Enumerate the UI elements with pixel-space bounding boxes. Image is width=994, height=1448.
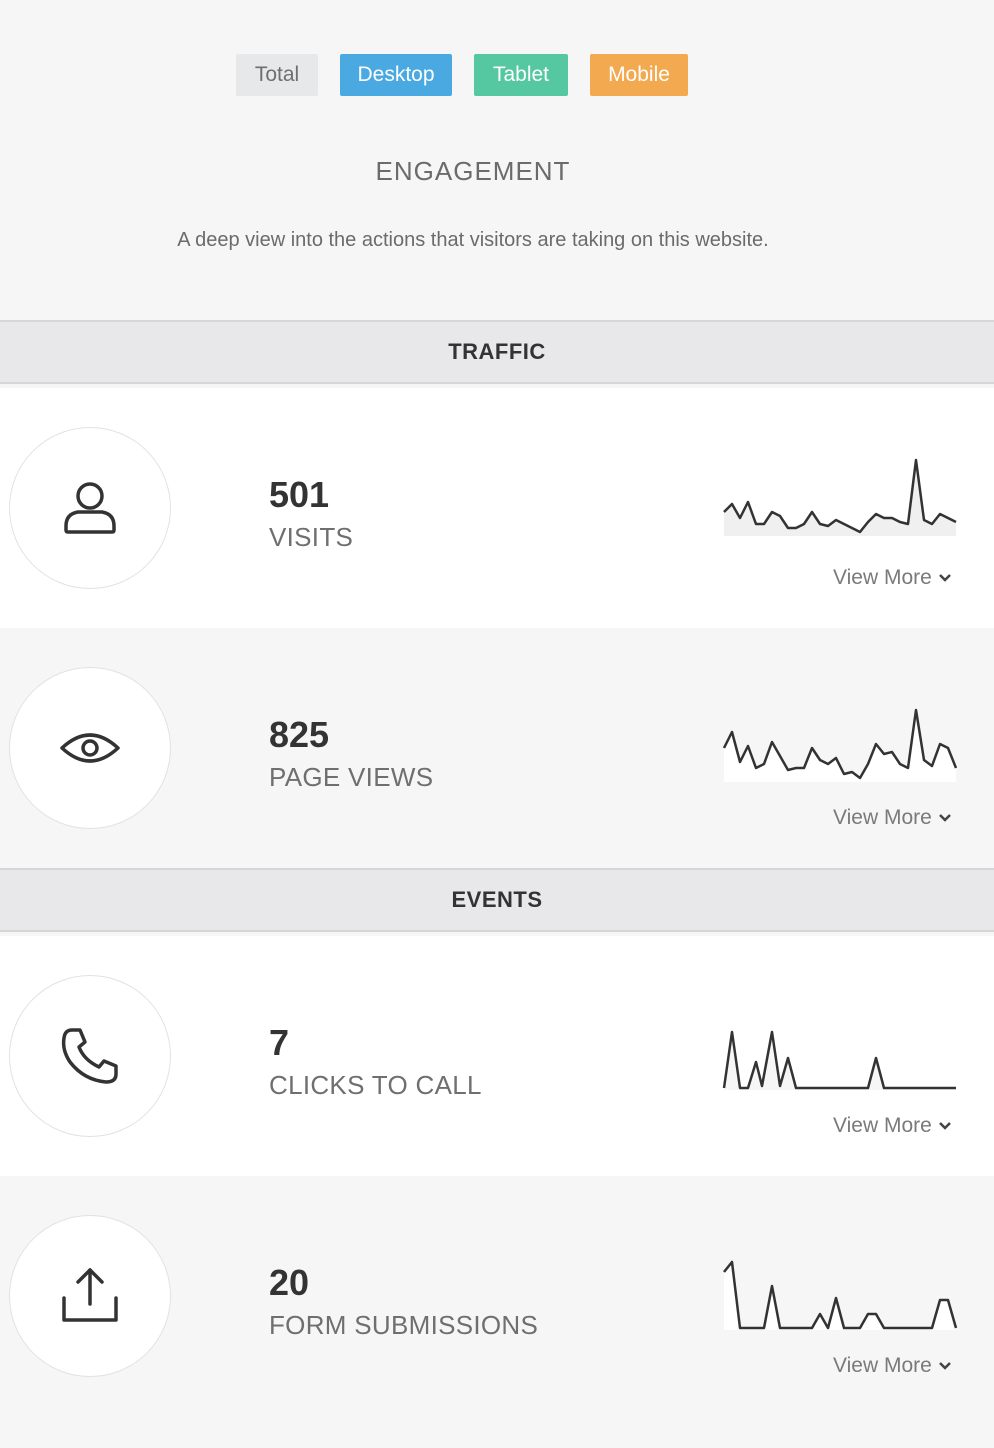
metric-label: VISITS — [269, 522, 354, 552]
metric-icon-circle — [9, 667, 171, 829]
chevron-down-icon — [938, 574, 951, 583]
chevron-down-icon — [938, 814, 951, 823]
metric-value: 501 — [269, 474, 330, 515]
sparkline-chart — [722, 1030, 956, 1090]
metric-label: PAGE VIEWS — [269, 762, 434, 792]
section-title: EVENTS — [451, 887, 543, 912]
metric-label: CLICKS TO CALL — [269, 1070, 482, 1100]
upload-icon — [62, 1268, 118, 1322]
metric-label: FORM SUBMISSIONS — [269, 1310, 539, 1340]
tab-tablet[interactable]: Tablet — [474, 54, 568, 96]
tab-desktop[interactable]: Desktop — [340, 54, 452, 96]
tab-total[interactable]: Total — [236, 54, 318, 96]
user-icon — [64, 482, 116, 534]
view-more-label: View More — [833, 1114, 932, 1137]
page-subtitle: A deep view into the actions that visito… — [177, 229, 769, 251]
tab-mobile[interactable]: Mobile — [590, 54, 688, 96]
view-more-link[interactable]: View More — [833, 566, 952, 590]
view-more-link[interactable]: View More — [833, 806, 952, 830]
metric-row-visits: 501 VISITS View More — [0, 388, 994, 628]
sparkline-chart — [722, 708, 958, 782]
chevron-down-icon — [938, 1362, 951, 1371]
metric-row-clicks-to-call: 7 CLICKS TO CALL View More — [0, 936, 994, 1176]
sparkline-chart — [723, 458, 957, 536]
device-filter-tabs: Total Desktop Tablet Mobile — [0, 54, 994, 96]
metric-value: 20 — [269, 1262, 310, 1303]
page-title: ENGAGEMENT — [375, 156, 571, 186]
view-more-label: View More — [833, 806, 932, 829]
metric-row-page-views: 825 PAGE VIEWS View More — [0, 628, 994, 868]
metric-icon-circle — [9, 427, 171, 589]
view-more-label: View More — [833, 1354, 932, 1377]
metric-icon-circle — [9, 975, 171, 1137]
metric-value: 7 — [269, 1022, 290, 1063]
metric-value: 825 — [269, 714, 330, 755]
metric-row-form-submissions: 20 FORM SUBMISSIONS View More — [0, 1176, 994, 1416]
sparkline-chart — [723, 1260, 958, 1330]
section-header-traffic: TRAFFIC — [0, 320, 994, 384]
view-more-link[interactable]: View More — [833, 1114, 952, 1138]
section-title: TRAFFIC — [448, 339, 546, 364]
phone-icon — [61, 1028, 118, 1084]
view-more-label: View More — [833, 566, 932, 589]
section-header-events: EVENTS — [0, 868, 994, 932]
eye-icon — [60, 733, 120, 763]
metric-icon-circle — [9, 1215, 171, 1377]
chevron-down-icon — [938, 1122, 951, 1131]
view-more-link[interactable]: View More — [833, 1354, 952, 1378]
